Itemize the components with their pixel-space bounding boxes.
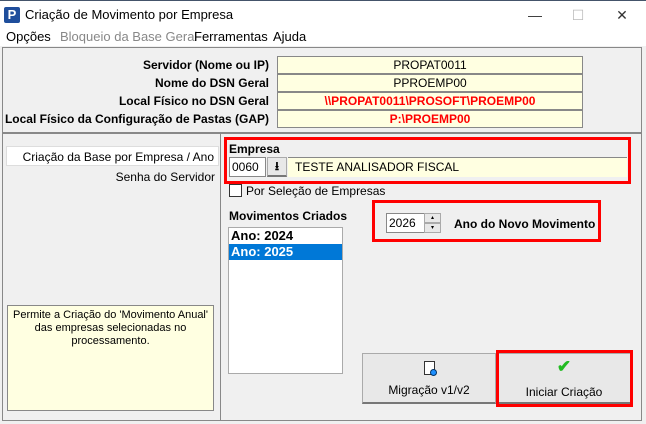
empresa-lookup-button[interactable]: ⭳ bbox=[267, 157, 287, 177]
title-bar: P Criação de Movimento por Empresa — ☐ ✕ bbox=[0, 0, 646, 28]
info-box: Permite a Criação do 'Movimento Anual' d… bbox=[7, 305, 214, 411]
selecao-label[interactable]: Por Seleção de Empresas bbox=[246, 184, 385, 198]
nav-criacao-base[interactable]: Criação da Base por Empresa / Ano bbox=[6, 146, 219, 166]
list-item[interactable]: Ano: 2024 bbox=[229, 228, 342, 244]
empresa-name-field: TESTE ANALISADOR FISCAL bbox=[288, 157, 627, 177]
server-field: PROPAT0011 bbox=[277, 56, 583, 74]
app-icon: P bbox=[4, 7, 20, 23]
menu-opcoes[interactable]: Opções bbox=[6, 29, 51, 44]
menu-bar: Opções Bloqueio da Base Geral Ferramenta… bbox=[0, 28, 646, 46]
window-title: Criação de Movimento por Empresa bbox=[25, 7, 234, 22]
movimentos-list[interactable]: Ano: 2024 Ano: 2025 bbox=[228, 227, 343, 374]
ano-label: Ano do Novo Movimento bbox=[454, 217, 596, 231]
iniciar-criacao-button[interactable]: ✔ Iniciar Criação bbox=[497, 353, 631, 404]
minimize-button[interactable]: — bbox=[520, 5, 550, 25]
server-config-panel: Servidor (Nome ou IP) PROPAT0011 Nome do… bbox=[2, 47, 642, 133]
nav-senha-servidor[interactable]: Senha do Servidor bbox=[6, 167, 219, 187]
document-search-icon bbox=[423, 361, 437, 376]
maximize-button[interactable]: ☐ bbox=[563, 5, 593, 25]
dsn-path-field: \\PROPAT0011\PROSOFT\PROEMP00 bbox=[277, 92, 583, 110]
server-label: Servidor (Nome ou IP) bbox=[142, 58, 269, 72]
empresa-code-input[interactable] bbox=[229, 157, 266, 177]
ano-input[interactable] bbox=[386, 213, 424, 233]
menu-ajuda[interactable]: Ajuda bbox=[273, 29, 306, 44]
spin-down-icon[interactable]: ▾ bbox=[424, 223, 441, 233]
close-button[interactable]: ✕ bbox=[607, 5, 637, 25]
selecao-checkbox[interactable] bbox=[229, 184, 242, 197]
gap-path-label: Local Físico da Configuração de Pastas (… bbox=[4, 112, 269, 126]
movimentos-label: Movimentos Criados bbox=[229, 209, 348, 223]
migracao-button[interactable]: Migração v1/v2 bbox=[362, 353, 496, 404]
left-nav-panel: Criação da Base por Empresa / Ano Senha … bbox=[2, 133, 221, 421]
spin-up-icon[interactable]: ▴ bbox=[424, 213, 441, 223]
list-item-selected[interactable]: Ano: 2025 bbox=[229, 244, 342, 260]
dsn-label: Nome do DSN Geral bbox=[154, 76, 269, 90]
iniciar-label: Iniciar Criação bbox=[525, 385, 603, 399]
dsn-path-label: Local Físico no DSN Geral bbox=[118, 94, 269, 108]
gap-path-field: P:\PROEMP00 bbox=[277, 110, 583, 128]
menu-ferramentas[interactable]: Ferramentas bbox=[194, 29, 268, 44]
empresa-label: Empresa bbox=[229, 142, 280, 156]
dsn-field: PPROEMP00 bbox=[277, 74, 583, 92]
menu-bloqueio[interactable]: Bloqueio da Base Geral bbox=[60, 29, 197, 44]
checkmark-icon: ✔ bbox=[556, 357, 572, 376]
migracao-label: Migração v1/v2 bbox=[388, 383, 470, 397]
